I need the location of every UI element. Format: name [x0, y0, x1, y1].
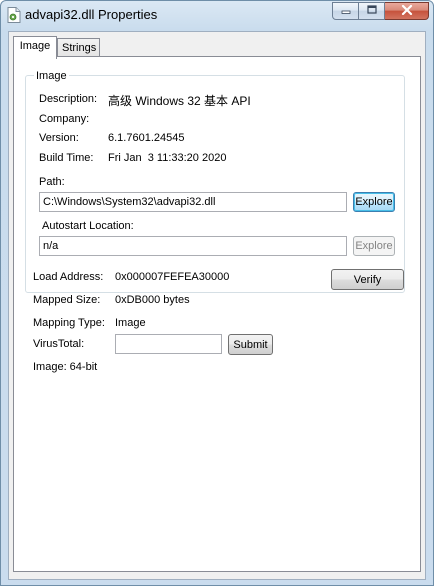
tab-strings[interactable]: Strings [57, 38, 100, 58]
dll-file-icon [7, 7, 21, 23]
mapping-type-label: Mapping Type: [33, 317, 105, 329]
mapping-type-value: Image [115, 317, 146, 329]
virustotal-field[interactable] [115, 334, 222, 354]
image-bitness: Image: 64-bit [33, 361, 98, 373]
autostart-location-label: Autostart Location: [42, 220, 134, 232]
autostart-location-field[interactable]: n/a [39, 236, 347, 256]
path-label: Path: [39, 176, 65, 188]
maximize-button[interactable] [359, 2, 385, 20]
path-explore-button[interactable]: Explore [353, 192, 395, 212]
tab-strings-label: Strings [62, 42, 97, 54]
mapped-size-value: 0xDB000 bytes [115, 294, 190, 306]
caption-buttons [332, 2, 429, 20]
tab-image-label: Image [19, 40, 51, 52]
image-group-legend: Image [34, 70, 69, 82]
path-field[interactable]: C:\Windows\System32\advapi32.dll [39, 192, 347, 212]
submit-button[interactable]: Submit [228, 334, 273, 355]
maximize-icon [366, 5, 377, 17]
load-address-value: 0x000007FEFEA30000 [115, 271, 230, 283]
description-value: 高级 Windows 32 基本 API [108, 94, 251, 108]
mapped-size-label: Mapped Size: [33, 294, 101, 306]
version-label: Version: [39, 132, 79, 144]
title-bar[interactable]: advapi32.dll Properties [1, 1, 433, 31]
version-value: 6.1.7601.24545 [108, 132, 185, 144]
build-time-label: Build Time: [39, 152, 94, 164]
description-label: Description: [39, 93, 98, 105]
verify-button[interactable]: Verify [331, 269, 404, 290]
autostart-explore-button[interactable]: Explore [353, 236, 395, 256]
minimize-icon [341, 5, 351, 17]
properties-window: advapi32.dll Properties Image Strings Im… [0, 0, 434, 586]
load-address-label: Load Address: [33, 271, 104, 283]
window-title: advapi32.dll Properties [25, 7, 158, 22]
dialog-client-area: Image Strings Image Description: 高级 Wind… [8, 31, 426, 580]
tab-image[interactable]: Image [13, 36, 57, 59]
close-icon [401, 4, 413, 18]
virustotal-label: VirusTotal: [33, 338, 85, 350]
minimize-button[interactable] [332, 2, 359, 20]
build-time-value: Fri Jan 3 11:33:20 2020 [108, 152, 227, 164]
close-button[interactable] [385, 2, 429, 20]
company-label: Company: [39, 113, 90, 125]
